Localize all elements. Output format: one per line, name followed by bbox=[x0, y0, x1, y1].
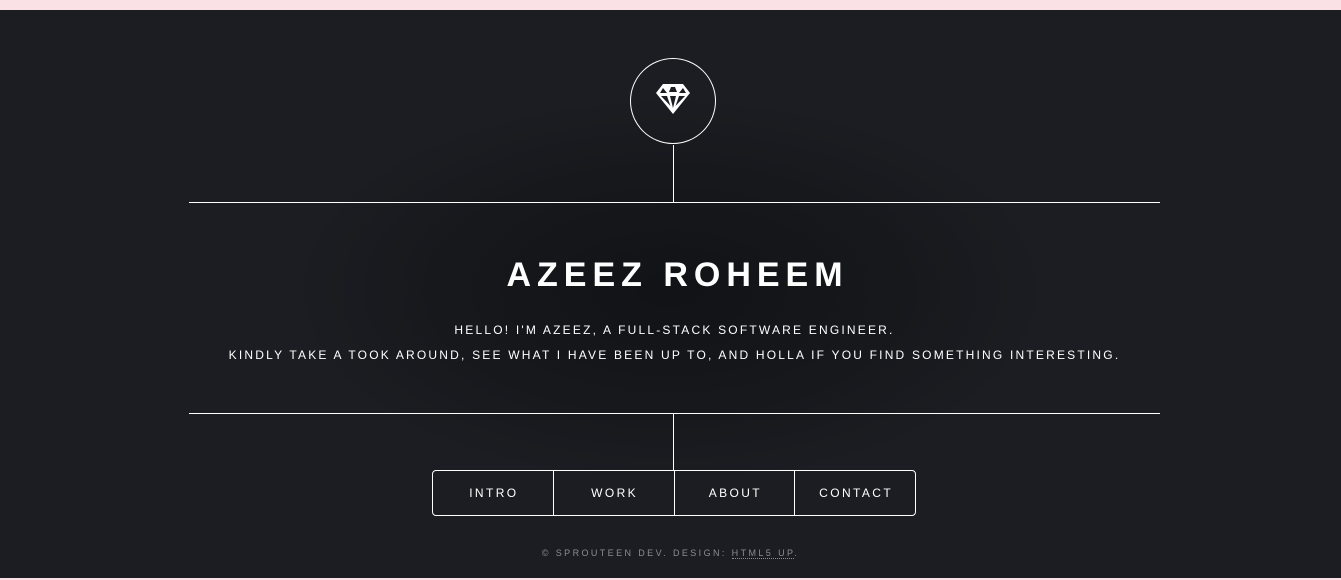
footer-design-link[interactable]: HTML5 UP bbox=[731, 548, 795, 559]
logo bbox=[630, 58, 716, 144]
footer: © SPROUTEEN DEV. DESIGN: HTML5 UP. bbox=[0, 548, 1341, 559]
connector-line-top bbox=[673, 145, 674, 202]
main-nav: INTRO WORK ABOUT CONTACT bbox=[432, 470, 916, 516]
header-content: AZEEZ ROHEEM HELLO! I'M AZEEZ, A FULL-ST… bbox=[189, 203, 1160, 413]
divider-bottom bbox=[189, 413, 1160, 414]
nav-item-about[interactable]: ABOUT bbox=[673, 471, 795, 515]
nav-item-work[interactable]: WORK bbox=[552, 471, 674, 515]
intro-line-2: KINDLY TAKE A TOOK AROUND, SEE WHAT I HA… bbox=[228, 348, 1121, 362]
footer-copyright: © SPROUTEEN DEV. DESIGN: bbox=[541, 548, 732, 558]
diamond-icon bbox=[654, 82, 692, 121]
connector-line-bottom bbox=[673, 413, 674, 470]
page-title: AZEEZ ROHEEM bbox=[506, 256, 849, 294]
page-wrapper: AZEEZ ROHEEM HELLO! I'M AZEEZ, A FULL-ST… bbox=[0, 10, 1341, 578]
nav-item-contact[interactable]: CONTACT bbox=[794, 471, 915, 515]
intro-line-1: HELLO! I'M AZEEZ, A FULL-STACK SOFTWARE … bbox=[454, 323, 895, 337]
intro-text: HELLO! I'M AZEEZ, A FULL-STACK SOFTWARE … bbox=[189, 318, 1160, 368]
footer-end: . bbox=[794, 548, 800, 558]
nav-item-intro[interactable]: INTRO bbox=[433, 471, 553, 515]
